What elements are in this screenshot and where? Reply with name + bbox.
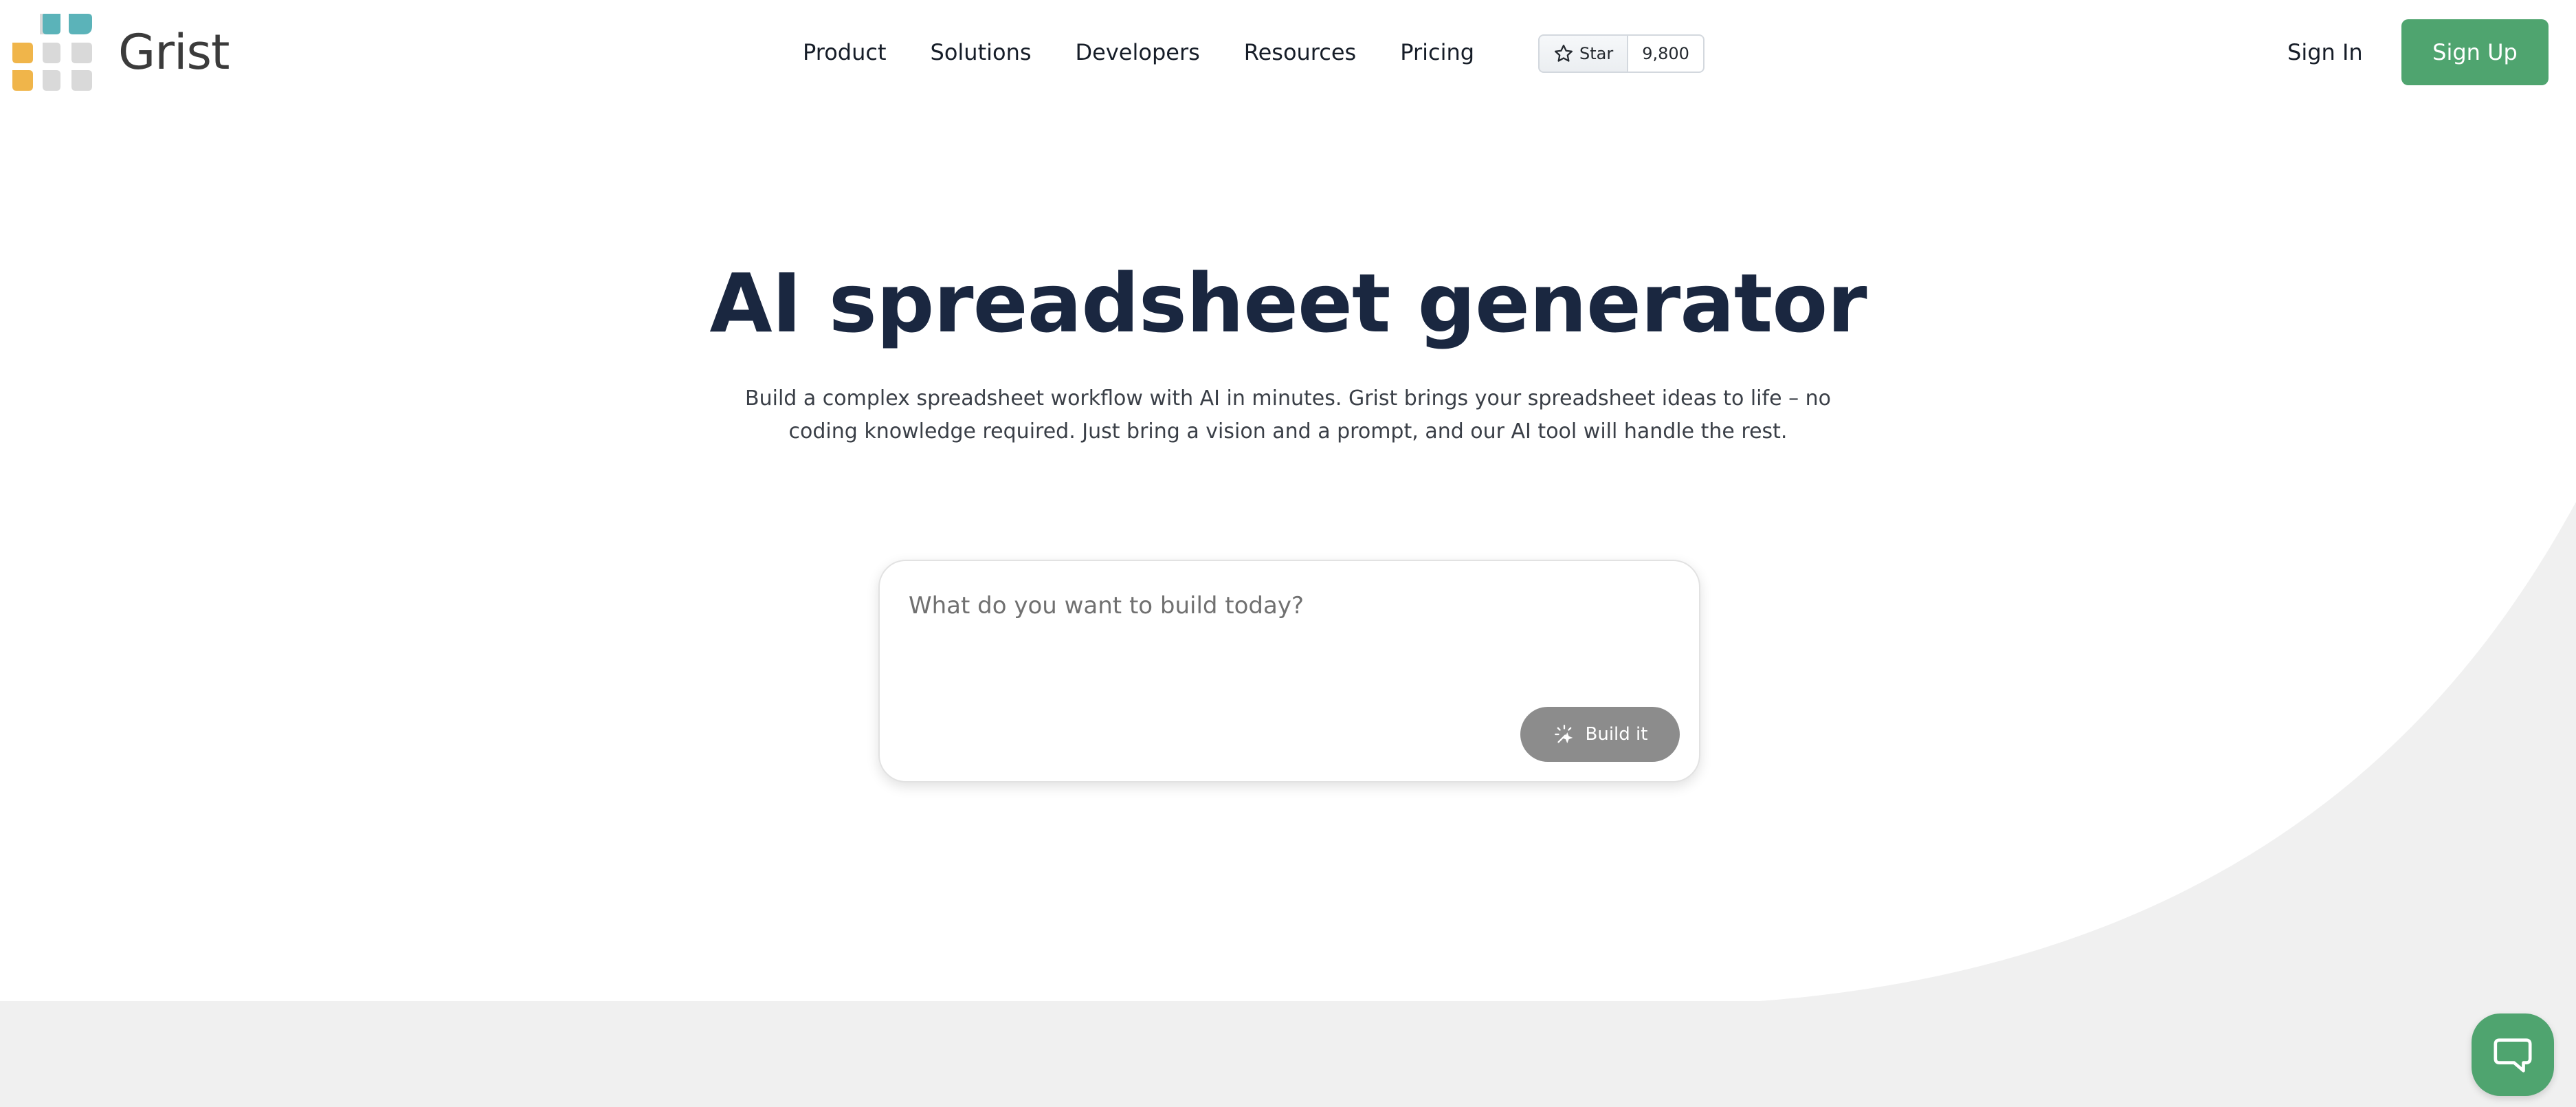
hero-title: AI spreadsheet generator [709,256,1867,351]
sign-up-button[interactable]: Sign Up [2401,19,2549,85]
main-nav: Product Solutions Developers Resources P… [803,34,1474,70]
nav-item-product[interactable]: Product [803,34,887,70]
page: Grist Product Solutions Developers Resou… [0,0,2576,1107]
nav-item-pricing[interactable]: Pricing [1400,34,1474,70]
star-icon [1555,45,1573,62]
support-chat-button[interactable] [2472,1013,2554,1096]
sparkle-icon [1554,725,1573,743]
build-it-button[interactable]: Build it [1520,707,1680,762]
github-star-count[interactable]: 9,800 [1628,34,1705,73]
prompt-input[interactable] [909,590,1665,707]
prompt-card: Build it [878,560,1700,782]
github-star-button[interactable]: Star [1538,34,1629,73]
nav-item-developers[interactable]: Developers [1076,34,1200,70]
github-star-widget: Star 9,800 [1538,34,1705,73]
logo[interactable]: Grist [12,14,230,91]
github-star-label: Star [1579,44,1614,63]
bottom-band [0,1001,2576,1107]
nav-item-solutions[interactable]: Solutions [931,34,1032,70]
site-header: Grist Product Solutions Developers Resou… [0,0,2576,105]
background-curve [1759,502,2576,1001]
build-it-label: Build it [1585,724,1648,745]
nav-item-resources[interactable]: Resources [1244,34,1356,70]
chat-icon [2494,1038,2532,1073]
hero-subtitle: Build a complex spreadsheet workflow wit… [745,386,1831,443]
sign-in-link[interactable]: Sign In [2287,34,2363,70]
brand-name: Grist [118,24,230,80]
grist-logo-icon [12,14,92,91]
